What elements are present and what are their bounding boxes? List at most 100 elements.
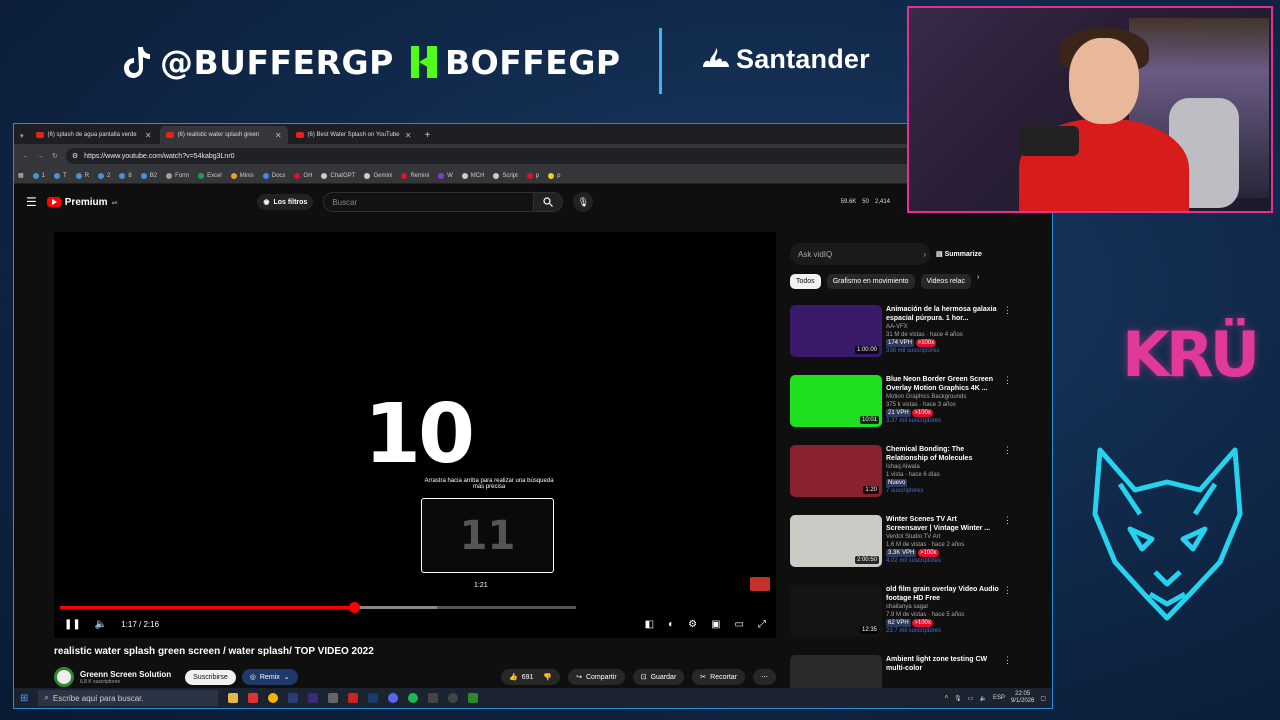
notifications-icon[interactable]: ▢ xyxy=(1040,695,1046,702)
clock[interactable]: 22:05 9/1/2026 xyxy=(1011,691,1034,705)
recommendation-thumbnail[interactable]: 10:01 xyxy=(790,375,882,427)
reload-icon[interactable]: ↻ xyxy=(52,152,58,160)
recommendation-thumbnail[interactable]: 2:00:50 xyxy=(790,515,882,567)
recommendation-item[interactable]: 1:00:00 Animación de la hermosa galaxia e… xyxy=(790,305,1012,375)
save-button[interactable]: ⊡ Guardar xyxy=(632,669,685,685)
recommendation-item[interactable]: 10:01 Blue Neon Border Green Screen Overl… xyxy=(790,375,1012,445)
bookmark[interactable]: p xyxy=(526,172,539,179)
more-options-icon[interactable]: ⋮ xyxy=(1003,305,1012,375)
more-actions-button[interactable]: ⋯ xyxy=(753,669,776,685)
progress-bar[interactable] xyxy=(60,602,576,613)
tab-1[interactable]: (6) realistic water splash green ✕ xyxy=(159,126,288,144)
close-tab-icon[interactable]: ✕ xyxy=(275,131,282,140)
volume-icon[interactable]: 🔈 xyxy=(95,619,107,630)
subscribe-button[interactable]: Suscribirse xyxy=(185,669,236,685)
autoplay-toggle-icon[interactable]: ◐ xyxy=(668,619,674,630)
close-tab-icon[interactable]: ✕ xyxy=(405,131,412,140)
chip-all[interactable]: Todos xyxy=(790,274,821,289)
scrubber-handle[interactable] xyxy=(349,602,361,613)
back-icon[interactable]: ← xyxy=(22,153,29,160)
app-icon[interactable] xyxy=(348,693,359,703)
summarize-button[interactable]: ▤ Summarize xyxy=(936,250,982,258)
thumbs-down-icon[interactable]: 👎 xyxy=(543,673,552,681)
apps-icon[interactable]: ▦ xyxy=(18,172,24,179)
premiere-icon[interactable] xyxy=(308,693,319,703)
file-explorer-icon[interactable] xyxy=(228,693,239,703)
recommendation-thumbnail[interactable]: 12:35 xyxy=(790,585,882,637)
chevron-up-icon[interactable]: ˄ xyxy=(945,695,949,701)
youtube-logo[interactable]: Premium AR xyxy=(46,197,117,208)
app-icon[interactable] xyxy=(468,693,479,703)
bookmark[interactable]: Docs xyxy=(262,172,285,179)
chevron-right-icon[interactable]: › xyxy=(923,250,926,259)
recommendation-item[interactable]: 12:35 old film grain overlay Video Audio … xyxy=(790,585,1012,655)
windows-start-icon[interactable]: ⊞ xyxy=(20,693,28,704)
fullscreen-icon[interactable]: ⤢ xyxy=(758,619,766,630)
miniplayer-icon[interactable]: ▣ xyxy=(711,619,720,630)
bookmark[interactable]: T xyxy=(54,172,67,179)
bookmark[interactable]: 1 xyxy=(32,172,45,179)
clip-button[interactable]: ✂ Recortar xyxy=(692,669,745,685)
bookmark[interactable]: p xyxy=(548,172,561,179)
url-field[interactable]: ⚙ https://www.youtube.com/watch?v=54kabg… xyxy=(65,148,1030,164)
bookmark[interactable]: Minis xyxy=(230,172,254,179)
channel-avatar[interactable] xyxy=(54,667,74,687)
obs-icon[interactable] xyxy=(448,693,459,703)
voice-search-button[interactable]: 🎙 xyxy=(573,192,594,212)
photoshop-icon[interactable] xyxy=(288,693,299,703)
steam-icon[interactable] xyxy=(368,693,379,703)
bookmark[interactable]: Script xyxy=(493,172,518,179)
more-options-icon[interactable]: ⋮ xyxy=(1003,515,1012,585)
app-icon[interactable] xyxy=(428,693,439,703)
tab-2[interactable]: (6) Best Water Splash on YouTube ✕ xyxy=(290,126,418,144)
bookmark[interactable]: 8 xyxy=(119,172,132,179)
bookmark[interactable]: B2 xyxy=(140,172,157,179)
menu-icon[interactable]: ☰ xyxy=(26,195,37,209)
discord-icon[interactable] xyxy=(388,693,399,703)
subscribe-watermark[interactable] xyxy=(750,577,770,591)
share-button[interactable]: ↪ Compartir xyxy=(568,669,625,685)
forward-icon[interactable]: → xyxy=(37,153,44,160)
channel-name[interactable]: Greenn Screen Solution xyxy=(80,670,171,679)
more-options-icon[interactable]: ⋮ xyxy=(1003,375,1012,445)
bookmark[interactable]: MCH xyxy=(461,172,484,179)
search-input[interactable]: Buscar xyxy=(323,192,544,212)
app-icon[interactable] xyxy=(248,693,259,703)
bookmark[interactable]: GH xyxy=(294,172,312,179)
recommendation-item[interactable]: 1:20 Chemical Bonding: The Relationship o… xyxy=(790,445,1012,515)
search-button[interactable] xyxy=(533,192,564,212)
chevron-right-icon[interactable]: › xyxy=(977,274,979,289)
recommendation-thumbnail[interactable]: 1:00:00 xyxy=(790,305,882,357)
chip-motion-graphics[interactable]: Grafismo en movimiento xyxy=(826,274,915,289)
microphone-icon[interactable]: 🎙 xyxy=(954,695,962,702)
recommendation-thumbnail[interactable]: 1:20 xyxy=(790,445,882,497)
bookmark[interactable]: Form xyxy=(166,172,189,179)
cast-icon[interactable]: ▭ xyxy=(735,619,744,630)
remix-button[interactable]: ◎ Remix ⌄ xyxy=(241,669,298,685)
more-options-icon[interactable]: ⋮ xyxy=(1003,585,1012,655)
more-options-icon[interactable]: ⋮ xyxy=(1003,445,1012,515)
bookmark[interactable]: R xyxy=(75,172,89,179)
language-indicator[interactable]: ESP xyxy=(993,695,1005,701)
volume-icon[interactable]: 🔈 xyxy=(979,695,986,702)
pause-icon[interactable]: ❚❚ xyxy=(64,619,81,630)
bookmark[interactable]: 2 xyxy=(98,172,110,179)
site-info-icon[interactable]: ⚙ xyxy=(72,152,78,160)
ask-vidiq-input[interactable]: Ask vidIQ › xyxy=(790,243,930,265)
video-player[interactable]: 10 Arrastra hacia arriba para realizar u… xyxy=(54,232,776,638)
chrome-icon[interactable] xyxy=(268,693,279,703)
vidiq-icon[interactable]: ◧ xyxy=(645,619,654,630)
chip-related[interactable]: Videos relac xyxy=(920,274,971,289)
settings-icon[interactable]: ⚙ xyxy=(688,619,697,630)
like-button[interactable]: 👍 691 👎 xyxy=(500,669,561,685)
tab-list-icon[interactable]: ▾ xyxy=(18,132,28,144)
spotify-icon[interactable] xyxy=(408,693,419,703)
network-icon[interactable]: ▭ xyxy=(968,695,974,702)
taskbar-search[interactable]: ⌕ Escribe aquí para buscar. xyxy=(38,690,219,706)
close-tab-icon[interactable]: ✕ xyxy=(145,131,152,140)
bookmark[interactable]: W xyxy=(438,172,453,179)
bookmark[interactable]: ChatGPT xyxy=(321,172,355,179)
app-icon[interactable] xyxy=(328,693,339,703)
recommendation-item[interactable]: 2:00:50 Winter Scenes TV Art Screensaver … xyxy=(790,515,1012,585)
bookmark[interactable]: Gemini xyxy=(364,172,392,179)
